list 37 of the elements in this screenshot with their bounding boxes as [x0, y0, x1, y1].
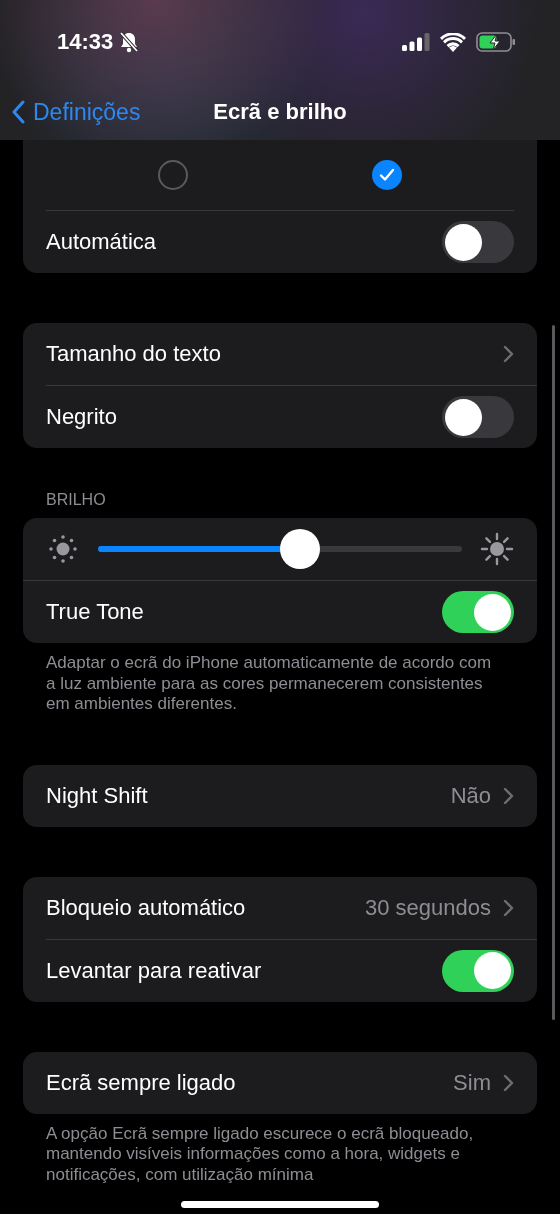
signal-icon [402, 33, 430, 51]
row-label: Negrito [46, 404, 118, 430]
settings-row[interactable]: Tamanho do texto [46, 323, 537, 386]
brightness-slider[interactable] [98, 529, 462, 569]
chevron-icon [503, 345, 514, 363]
toggle-switch[interactable] [442, 949, 514, 992]
toggle-switch[interactable] [442, 396, 514, 438]
settings-row[interactable]: Bloqueio automático 30 segundos [46, 876, 537, 940]
dim-sun-icon [46, 532, 80, 566]
back-link[interactable]: Definições [12, 98, 141, 126]
settings-row[interactable]: Ecrã sempre ligado Sim [46, 1051, 537, 1114]
section-footer: Adaptar o ecrã do iPhone automaticamente de acordo com a luz ambiente para as cores permanecerem consistentes em ambientes diferentes. [46, 653, 494, 715]
row-label: Levantar para reativar [46, 957, 263, 984]
row-label: True Tone [46, 599, 145, 625]
section-header: BRILHO [45, 491, 107, 510]
toggle-switch[interactable] [442, 221, 514, 263]
settings-row[interactable]: Night Shift Não [46, 764, 537, 827]
bright-sun-icon [480, 532, 514, 566]
appearance-radio[interactable] [372, 160, 402, 190]
chevron-icon [503, 898, 514, 917]
status-time: 14:33 [57, 29, 114, 55]
charging-battery-icon [476, 32, 516, 52]
row-value: Sim [453, 1069, 491, 1096]
back-chevron-icon [12, 100, 25, 124]
page-title: Ecrã e brilho [213, 99, 347, 125]
section-footer: A opção Ecrã sempre ligado escurece o ecrã bloqueado, mantendo visíveis informações como a hora, widgets e notificações, com utilização mínima [46, 1123, 494, 1185]
chevron-icon [503, 1073, 514, 1092]
row-label: Automática [46, 229, 158, 255]
bell-slash-icon [119, 31, 140, 53]
checkmark-icon [379, 168, 395, 182]
row-value: 30 segundos [365, 894, 491, 921]
appearance-radio[interactable] [158, 160, 188, 190]
row-value: Não [450, 782, 491, 809]
toggle-switch[interactable] [442, 591, 514, 633]
slider-thumb[interactable] [280, 529, 320, 569]
wifi-icon [440, 32, 466, 52]
chevron-icon [503, 786, 514, 805]
